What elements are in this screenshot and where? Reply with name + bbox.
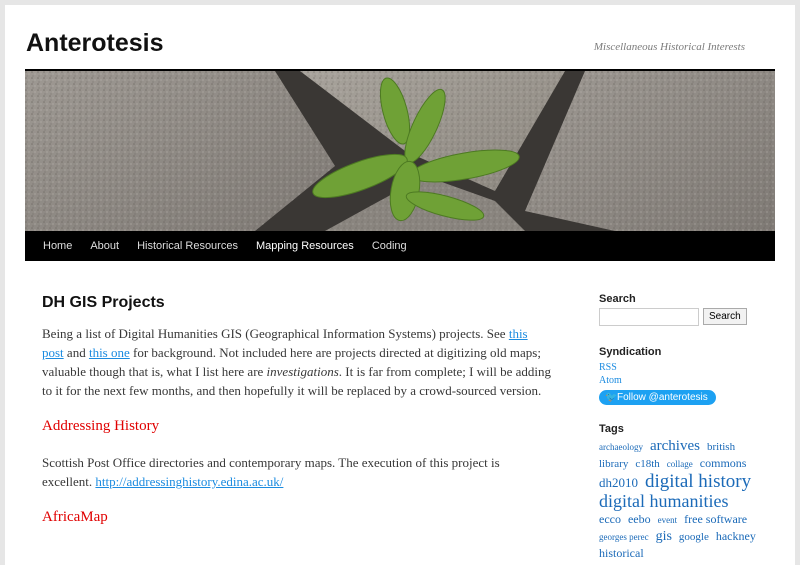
page: Anterotesis Miscellaneous Historical Int… (5, 5, 795, 565)
twitter-follow-button[interactable]: 🐦Follow @anterotesis (599, 390, 716, 405)
rss-link[interactable]: RSS (599, 361, 759, 374)
section-heading-addressing-history: Addressing History (42, 418, 160, 435)
tag-link[interactable]: ecco (599, 512, 621, 526)
intro-text: Being a list of Digital Humanities GIS (… (42, 326, 509, 342)
nav-item-coding[interactable]: Coding (365, 231, 414, 261)
post-content: DH GIS Projects Being a list of Digital … (42, 293, 552, 544)
main-navigation: Home About Historical Resources Mapping … (25, 231, 775, 261)
twitter-bird-icon: 🐦 (605, 392, 618, 403)
header-image (25, 69, 775, 233)
sidebar: Search Search Syndication RSS Atom 🐦Foll… (599, 293, 759, 562)
tag-link[interactable]: free software (684, 512, 747, 526)
tag-link[interactable]: georges perec (599, 532, 649, 542)
tag-link[interactable]: dh2010 (599, 475, 638, 490)
tag-link[interactable]: event (658, 515, 678, 525)
this-one-link[interactable]: this one (89, 345, 130, 360)
tags-widget: Tags archaeology archives british librar… (599, 423, 759, 562)
tag-link[interactable]: gis (656, 529, 672, 544)
atom-link[interactable]: Atom (599, 374, 759, 387)
site-description: Miscellaneous Historical Interests (593, 41, 745, 53)
post-intro: Being a list of Digital Humanities GIS (… (42, 324, 552, 400)
twitter-follow-label: Follow @anterotesis (617, 392, 708, 403)
addressing-history-link[interactable]: http://addressinghistory.edina.ac.uk/ (95, 474, 283, 489)
search-input[interactable] (599, 308, 699, 326)
tag-link[interactable]: archives (650, 438, 700, 454)
tag-link[interactable]: historical (599, 546, 644, 560)
nav-item-historical-resources[interactable]: Historical Resources (130, 231, 245, 261)
tags-heading: Tags (599, 423, 624, 435)
tag-link[interactable]: eebo (628, 512, 651, 526)
tag-link[interactable]: hackney (716, 529, 756, 543)
nav-item-mapping-resources[interactable]: Mapping Resources (249, 231, 361, 261)
search-button[interactable]: Search (703, 308, 747, 325)
tag-link[interactable]: collage (667, 459, 693, 469)
tag-link[interactable]: google (679, 531, 709, 543)
site-title[interactable]: Anterotesis (26, 29, 164, 58)
tag-link[interactable]: digital humanities (599, 491, 728, 511)
tag-link[interactable]: c18th (635, 458, 659, 470)
search-form: Search (599, 308, 759, 326)
tag-cloud: archaeology archives british library c18… (599, 438, 759, 562)
section-heading-africamap: AfricaMap (42, 509, 108, 526)
post-title: DH GIS Projects (42, 294, 165, 311)
tag-link[interactable]: digital history (645, 471, 751, 492)
syndication-heading: Syndication (599, 346, 662, 358)
tag-link[interactable]: commons (700, 456, 747, 470)
nav-item-home[interactable]: Home (25, 231, 79, 261)
search-heading: Search (599, 293, 636, 305)
tag-link[interactable]: archaeology (599, 442, 643, 452)
intro-emphasis: investigations (266, 364, 339, 380)
nav-item-about[interactable]: About (83, 231, 126, 261)
section-text-addressing-history: Scottish Post Office directories and con… (42, 453, 552, 491)
intro-text: and (63, 345, 89, 361)
